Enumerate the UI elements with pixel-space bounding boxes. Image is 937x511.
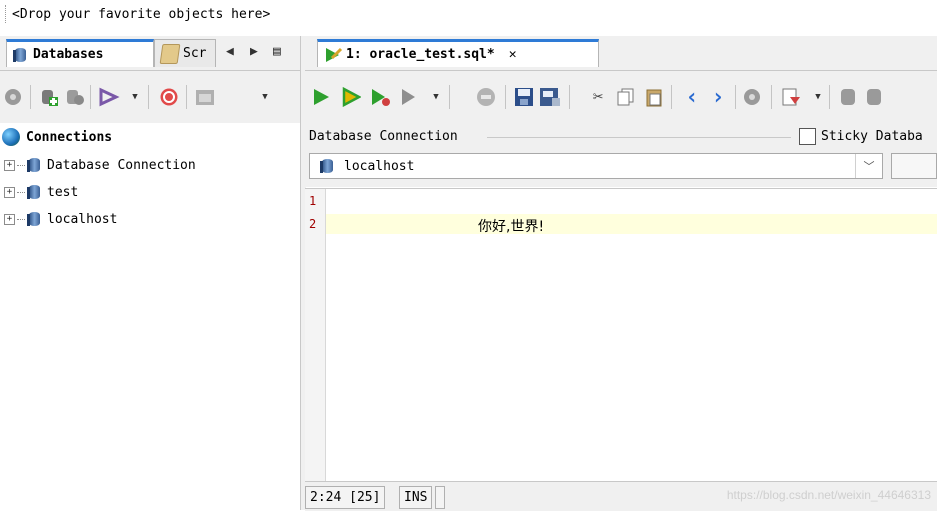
expand-icon[interactable]: + — [4, 213, 15, 225]
database-icon — [27, 183, 41, 201]
editor-tab-strip: 1: oracle_test.sql* ✕ — [305, 36, 937, 71]
rollback-icon[interactable] — [863, 86, 885, 108]
left-tab-strip: Databases Scr ◀ ▶ ▤ — [0, 36, 300, 71]
tree-root-connections[interactable]: Connections — [0, 125, 112, 149]
tree-item-label: Database Connection — [47, 157, 196, 173]
connection-legend: Database Connection — [309, 129, 458, 144]
filter-icon[interactable] — [98, 86, 120, 108]
database-toolbar: ▼ ▼ — [0, 71, 300, 123]
code-line-2[interactable]: 你好,世界! — [478, 216, 544, 236]
tab-list-icon[interactable]: ▤ — [273, 44, 281, 59]
tab-scripts-label: Scr — [183, 46, 207, 61]
tree-item-database-connection[interactable]: + Database Connection — [0, 153, 196, 177]
paste-icon[interactable] — [643, 86, 665, 108]
execute-disabled-icon[interactable] — [400, 86, 422, 108]
database-connection-panel: Database Connection Sticky Databa localh… — [305, 123, 937, 187]
line-number: 2 — [309, 217, 317, 231]
globe-icon — [2, 128, 20, 146]
database-icon — [13, 46, 27, 64]
favorites-bar[interactable]: <Drop your favorite objects here> — [0, 0, 937, 32]
viewer-dropdown-icon[interactable]: ▼ — [254, 86, 276, 108]
export-icon[interactable] — [781, 86, 803, 108]
close-icon[interactable]: ✕ — [509, 47, 517, 62]
connections-tree: Connections + Database Connection + test… — [0, 123, 300, 510]
object-viewer-icon[interactable] — [194, 86, 216, 108]
database-icon — [27, 210, 41, 228]
tab-oracle-test-sql[interactable]: 1: oracle_test.sql* ✕ — [317, 39, 599, 67]
database-icon — [320, 157, 334, 175]
tab-scroll-right-icon[interactable]: ▶ — [250, 44, 258, 59]
tab-scripts[interactable]: Scr — [154, 39, 216, 67]
cursor-position: 2:24 [25] — [305, 486, 386, 509]
sql-script-icon — [326, 47, 343, 62]
execute-dropdown-icon[interactable]: ▼ — [425, 86, 447, 108]
line-number-gutter: 1 2 — [305, 189, 326, 482]
sticky-label: Sticky Databa — [821, 129, 923, 144]
tree-item-label: test — [47, 184, 79, 200]
script-icon — [159, 43, 181, 64]
save-as-icon[interactable] — [539, 86, 561, 108]
execute-icon[interactable] — [310, 86, 332, 108]
status-cell — [435, 486, 445, 509]
favorites-drop-text: <Drop your favorite objects here> — [12, 7, 271, 22]
database-select[interactable] — [891, 153, 937, 179]
back-icon[interactable]: ‹ — [681, 85, 703, 110]
toolbar-grip[interactable] — [5, 5, 8, 23]
watermark: https://blog.csdn.net/weixin_44646313 — [726, 488, 931, 502]
tab-scroll-left-icon[interactable]: ◀ — [226, 44, 234, 59]
insert-mode[interactable]: INS — [399, 486, 433, 509]
forward-icon[interactable]: › — [707, 85, 729, 110]
chevron-down-icon[interactable]: ﹀ — [855, 154, 882, 178]
stop-icon[interactable] — [158, 86, 180, 108]
connection-props-icon[interactable] — [64, 86, 86, 108]
expand-icon[interactable]: + — [4, 186, 15, 198]
line-number: 1 — [309, 194, 317, 208]
save-icon[interactable] — [513, 86, 535, 108]
disconnect-icon[interactable] — [2, 86, 24, 108]
database-icon — [27, 156, 41, 174]
execute-step-icon[interactable] — [370, 86, 392, 108]
tab-databases[interactable]: Databases — [6, 39, 154, 67]
tree-root-label: Connections — [26, 129, 113, 145]
stop-execution-icon[interactable] — [475, 86, 497, 108]
cut-icon[interactable]: ✂ — [587, 86, 609, 108]
editor-tab-label: 1: oracle_test.sql* — [346, 47, 495, 62]
transaction-icon[interactable] — [741, 86, 763, 108]
expand-icon[interactable]: + — [4, 159, 15, 171]
status-bar: 2:24 [25] INS https://blog.csdn.net/weix… — [305, 481, 937, 511]
filter-dropdown-icon[interactable]: ▼ — [124, 86, 146, 108]
sticky-checkbox[interactable] — [799, 128, 816, 145]
connection-select[interactable]: localhost ﹀ — [309, 153, 883, 179]
execute-statement-icon[interactable] — [340, 86, 362, 108]
commit-icon[interactable] — [837, 86, 859, 108]
copy-icon[interactable] — [615, 86, 637, 108]
current-line-highlight — [326, 214, 937, 234]
sql-editor[interactable]: 1 2 你好,世界! — [305, 188, 937, 482]
tree-item-label: localhost — [47, 211, 118, 227]
tab-databases-label: Databases — [33, 47, 104, 62]
tree-item-test[interactable]: + test — [0, 180, 78, 204]
export-dropdown-icon[interactable]: ▼ — [807, 86, 829, 108]
connection-select-value: localhost — [344, 159, 415, 174]
divider — [487, 137, 791, 138]
tree-item-localhost[interactable]: + localhost — [0, 207, 117, 231]
new-connection-icon[interactable] — [38, 86, 60, 108]
editor-toolbar: ▼ ✂ ‹ › ▼ — [305, 71, 937, 123]
